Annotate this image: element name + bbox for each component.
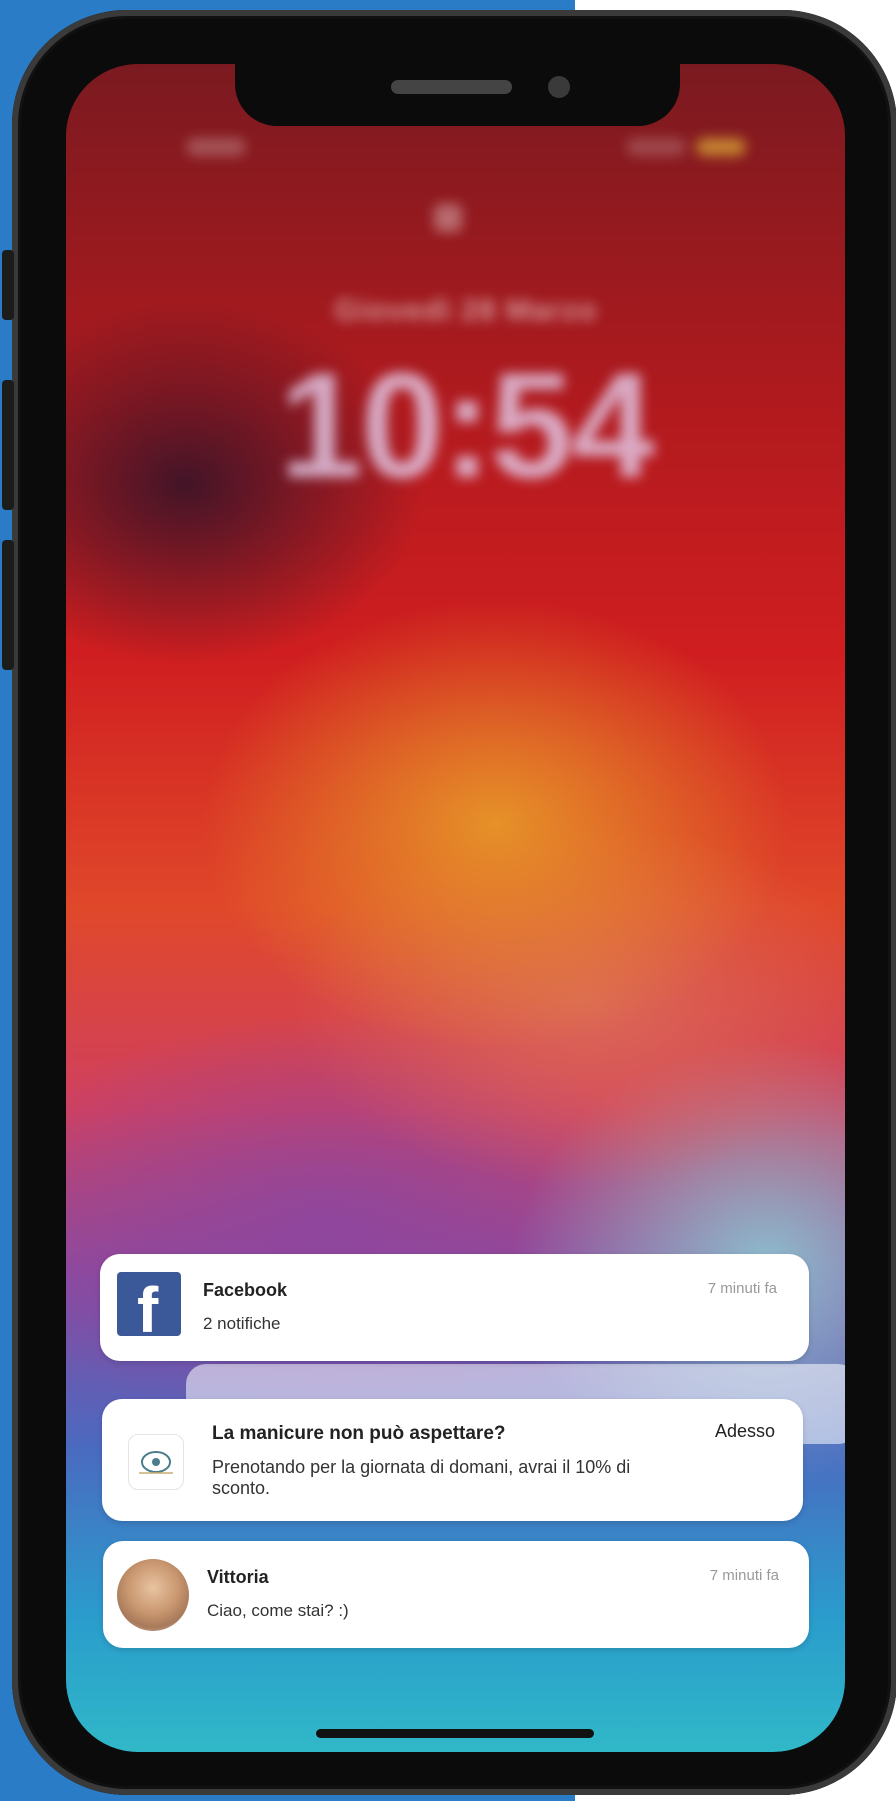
lockscreen-date: Giovedì 28 Marzo [334,294,598,327]
speaker-grille [391,80,512,94]
notification-facebook[interactable]: f Facebook 2 notifiche 7 minuti fa [100,1254,809,1361]
notification-title: Vittoria [207,1567,269,1587]
notification-body: Ciao, come stai? :) [207,1601,349,1620]
notification-body: Prenotando per la giornata di domani, av… [212,1457,631,1498]
notification-time: 7 minuti fa [707,1280,777,1297]
notch [235,64,680,126]
volume-down-button [2,540,14,670]
volume-up-button [2,380,14,510]
avatar [117,1559,189,1631]
notification-promo[interactable]: La manicure non può aspettare? Prenotand… [102,1399,803,1521]
notification-title: Facebook [203,1280,288,1300]
notification-time: 7 minuti fa [709,1567,779,1584]
home-indicator[interactable] [316,1729,594,1738]
front-camera-icon [548,76,570,98]
mute-switch [2,250,14,320]
facebook-icon: f [117,1272,181,1336]
status-carrier [186,138,246,156]
notification-title: La manicure non può aspettare? [212,1423,506,1444]
notification-message[interactable]: Vittoria Ciao, come stai? :) 7 minuti fa [103,1541,809,1648]
notification-body: 2 notifiche [203,1314,281,1333]
salon-logo-icon [128,1434,184,1490]
lockscreen-clock: 10:54 [279,341,655,509]
lock-screen: Giovedì 28 Marzo 10:54 f Facebook 2 noti… [66,64,845,1752]
lock-icon [434,204,462,232]
notification-time: Adesso [714,1421,775,1441]
battery-icon [696,138,746,156]
status-signal-icon [626,138,686,156]
salon-emblem-icon [139,1451,173,1474]
